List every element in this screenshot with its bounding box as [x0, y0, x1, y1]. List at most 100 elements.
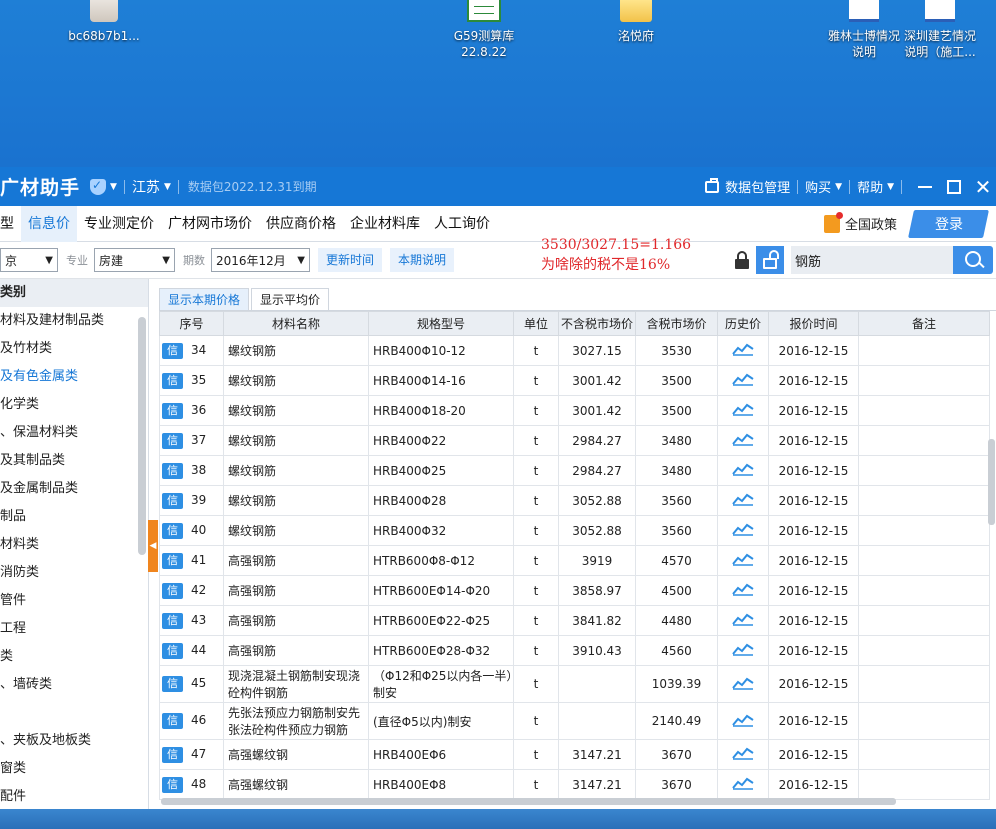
period-select[interactable]: 2016年12月 ▼ — [211, 248, 310, 272]
column-header[interactable]: 不含税市场价 — [558, 311, 636, 336]
sidebar-item[interactable]: 及金属制品类 — [0, 475, 148, 503]
info-badge[interactable]: 信 — [162, 713, 183, 729]
shield-icon[interactable] — [90, 178, 107, 195]
history-price-button[interactable] — [717, 335, 769, 366]
sidebar-item[interactable]: 类 — [0, 643, 148, 671]
sidebar-collapse-button[interactable]: ◀ — [148, 520, 158, 572]
table-row[interactable]: 信 47 高强螺纹钢 HRB400EΦ6 t 3147.21 3670 2016-12-15 — [159, 739, 990, 770]
history-price-button[interactable] — [717, 545, 769, 576]
history-price-button[interactable] — [717, 739, 769, 770]
table-row[interactable]: 信 46 先张法预应力钢筋制安先张法砼构件预应力钢筋 (直径Φ5以内)制安 t 2140.… — [159, 702, 990, 740]
update-time-button[interactable]: 更新时间 — [318, 248, 383, 272]
unlock-button[interactable] — [756, 246, 784, 274]
history-price-button[interactable] — [717, 455, 769, 486]
sidebar-item[interactable]: 工程 — [0, 615, 148, 643]
search-input[interactable] — [791, 246, 953, 274]
info-badge[interactable]: 信 — [162, 612, 183, 629]
tab-average-price[interactable]: 显示平均价 — [251, 288, 330, 310]
info-badge[interactable]: 信 — [162, 746, 183, 763]
sidebar-item[interactable]: 及竹材类 — [0, 335, 148, 363]
package-manage-button[interactable]: 数据包管理 — [725, 177, 790, 196]
national-policy-link[interactable]: 全国政策 — [823, 211, 897, 233]
table-row[interactable]: 信 39 螺纹钢筋 HRB400Φ28 t 3052.88 3560 2016-12-15 — [159, 485, 990, 516]
tab-labor-inquiry[interactable]: 人工询价 — [427, 206, 497, 242]
history-price-button[interactable] — [717, 425, 769, 456]
tab-info-price[interactable]: 信息价 — [21, 205, 77, 242]
info-badge[interactable]: 信 — [162, 522, 183, 539]
column-header[interactable]: 备注 — [858, 311, 990, 336]
column-header[interactable]: 历史价 — [717, 311, 769, 336]
info-badge[interactable]: 信 — [162, 342, 183, 359]
desktop-icon-folder[interactable]: 洺悦府 — [588, 0, 684, 44]
column-header[interactable]: 报价时间 — [768, 311, 859, 336]
info-badge[interactable]: 信 — [162, 582, 183, 599]
info-badge[interactable]: 信 — [162, 642, 183, 659]
tab-current-price[interactable]: 显示本期价格 — [159, 288, 250, 310]
history-price-button[interactable] — [717, 665, 769, 703]
desktop-icon-file[interactable]: bc68b7b1... — [56, 0, 152, 44]
tab-enterprise-library[interactable]: 企业材料库 — [343, 206, 427, 242]
sidebar-item[interactable]: 材料类 — [0, 531, 148, 559]
info-badge[interactable]: 信 — [162, 432, 183, 449]
major-select[interactable]: 房建 ▼ — [94, 248, 175, 272]
table-vertical-scrollbar[interactable] — [988, 439, 995, 525]
history-price-button[interactable] — [717, 365, 769, 396]
sidebar-item[interactable] — [0, 699, 148, 727]
history-price-button[interactable] — [717, 395, 769, 426]
sidebar-item[interactable]: 材料及建材制品类 — [0, 307, 148, 335]
period-note-button[interactable]: 本期说明 — [390, 248, 455, 272]
info-badge[interactable]: 信 — [162, 462, 183, 479]
tab-type[interactable]: 型 — [0, 206, 21, 242]
table-row[interactable]: 信 37 螺纹钢筋 HRB400Φ22 t 2984.27 3480 2016-12-15 — [159, 425, 990, 456]
info-badge[interactable]: 信 — [162, 402, 183, 419]
tab-supplier-price[interactable]: 供应商价格 — [259, 206, 343, 242]
table-row[interactable]: 信 41 高强钢筋 HTRB600Φ8-Φ12 t 3919 4570 2016-12-15 — [159, 545, 990, 576]
close-button[interactable]: ✕ — [970, 174, 996, 200]
lock-icon[interactable] — [735, 251, 749, 269]
history-price-button[interactable] — [717, 605, 769, 636]
login-button[interactable]: 登录 — [908, 209, 989, 238]
table-row[interactable]: 信 48 高强螺纹钢 HRB400EΦ8 t 3147.21 3670 2016-12-15 — [159, 769, 990, 800]
region-selector[interactable]: 江苏 — [132, 177, 160, 197]
sidebar-item[interactable]: 制品 — [0, 503, 148, 531]
history-price-button[interactable] — [717, 769, 769, 800]
info-badge[interactable]: 信 — [162, 676, 183, 692]
table-row[interactable]: 信 44 高强钢筋 HTRB600EΦ28-Φ32 t 3910.43 4560 2016-1… — [159, 635, 990, 666]
table-horizontal-scrollbar[interactable] — [161, 798, 896, 805]
desktop-icon-doc-2[interactable]: 深圳建艺情况 说明（施工... — [892, 0, 988, 60]
table-row[interactable]: 信 40 螺纹钢筋 HRB400Φ32 t 3052.88 3560 2016-12-15 — [159, 515, 990, 546]
sidebar-item[interactable]: 消防类 — [0, 559, 148, 587]
column-header[interactable]: 材料名称 — [223, 311, 369, 336]
sidebar-item[interactable]: 管件 — [0, 587, 148, 615]
history-price-button[interactable] — [717, 485, 769, 516]
sidebar-item[interactable]: 、保温材料类 — [0, 419, 148, 447]
search-button[interactable] — [953, 246, 993, 274]
info-badge[interactable]: 信 — [162, 372, 183, 389]
maximize-button[interactable] — [941, 174, 967, 200]
sidebar-item[interactable]: 、夹板及地板类 — [0, 727, 148, 755]
column-header[interactable]: 单位 — [513, 311, 559, 336]
chevron-down-icon[interactable]: ▼ — [887, 182, 894, 192]
history-price-button[interactable] — [717, 515, 769, 546]
table-row[interactable]: 信 42 高强钢筋 HTRB600EΦ14-Φ20 t 3858.97 4500 2016-1… — [159, 575, 990, 606]
sidebar-item[interactable]: 配件 — [0, 783, 148, 809]
table-row[interactable]: 信 36 螺纹钢筋 HRB400Φ18-20 t 3001.42 3500 2016-12-1… — [159, 395, 990, 426]
chevron-down-icon[interactable]: ▼ — [164, 182, 171, 192]
chevron-down-icon[interactable]: ▼ — [835, 182, 842, 192]
info-badge[interactable]: 信 — [162, 492, 183, 509]
buy-menu[interactable]: 购买 — [805, 177, 831, 196]
sidebar-item[interactable]: 、墙砖类 — [0, 671, 148, 699]
chevron-down-icon[interactable]: ▼ — [110, 182, 117, 192]
column-header[interactable]: 规格型号 — [368, 311, 514, 336]
column-header[interactable]: 含税市场价 — [635, 311, 718, 336]
table-row[interactable]: 信 38 螺纹钢筋 HRB400Φ25 t 2984.27 3480 2016-12-15 — [159, 455, 990, 486]
sidebar-item[interactable]: 窗类 — [0, 755, 148, 783]
sidebar-item[interactable]: 及其制品类 — [0, 447, 148, 475]
table-row[interactable]: 信 35 螺纹钢筋 HRB400Φ14-16 t 3001.42 3500 2016-12-1… — [159, 365, 990, 396]
sidebar-item[interactable]: 及有色金属类 — [0, 363, 148, 391]
help-menu[interactable]: 帮助 — [857, 177, 883, 196]
info-badge[interactable]: 信 — [162, 776, 183, 793]
info-badge[interactable]: 信 — [162, 552, 183, 569]
column-header[interactable]: 序号 — [159, 311, 224, 336]
table-row[interactable]: 信 45 现浇混凝土钢筋制安现浇砼构件钢筋 （Φ12和Φ25以内各一半）制安 t 1039… — [159, 665, 990, 703]
